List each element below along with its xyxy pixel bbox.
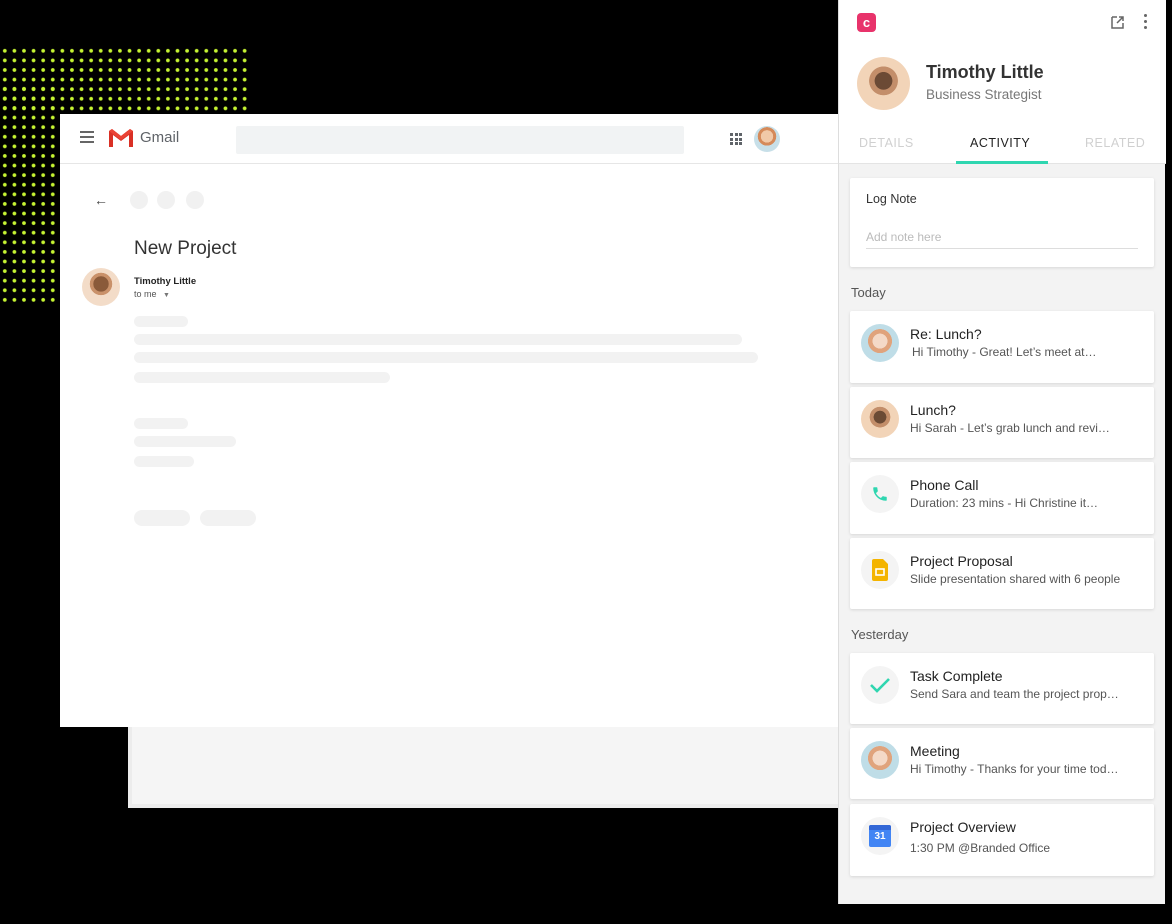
body-placeholder-line — [134, 418, 188, 429]
attachment-placeholder[interactable] — [200, 510, 256, 526]
avatar — [861, 324, 899, 362]
body-placeholder-line — [134, 372, 390, 383]
activity-item[interactable]: Meeting Hi Timothy - Thanks for your tim… — [850, 728, 1154, 799]
body-placeholder-line — [134, 316, 188, 327]
gmail-label: Gmail — [140, 129, 180, 146]
dot-pattern-left — [0, 84, 60, 306]
recipient-line[interactable]: to me ▼ — [134, 289, 170, 299]
calendar-day: 31 — [874, 831, 886, 842]
open-external-icon[interactable] — [1110, 15, 1125, 30]
activity-item[interactable]: 31 Project Overview 1:30 PM @Branded Off… — [850, 804, 1154, 876]
gmail-logo-icon — [109, 129, 133, 147]
attachment-placeholder[interactable] — [134, 510, 190, 526]
sender-avatar — [82, 268, 120, 306]
body-placeholder-line — [134, 334, 742, 345]
recipient-label: to me — [134, 289, 157, 299]
tab-details[interactable]: DETAILS — [859, 136, 914, 150]
activity-title: Project Proposal — [910, 553, 1013, 569]
avatar — [861, 741, 899, 779]
checkmark-icon — [861, 666, 899, 704]
activity-desc: 1:30 PM @Branded Office — [910, 841, 1051, 855]
active-tab-indicator — [956, 161, 1048, 164]
window-shadow-inner — [132, 726, 840, 804]
back-arrow-icon[interactable]: ← — [94, 192, 108, 208]
activity-item[interactable]: Project Proposal Slide presentation shar… — [850, 538, 1154, 609]
sender-name: Timothy Little — [134, 276, 197, 287]
note-input[interactable] — [866, 228, 1138, 249]
search-bar[interactable] — [236, 126, 684, 154]
activity-desc: Send Sara and team the project prop… — [910, 687, 1119, 701]
email-subject: New Project — [134, 238, 237, 259]
apps-grid-icon[interactable] — [730, 133, 742, 145]
gmail-window: Gmail ← New Project Timothy Little to me… — [60, 114, 842, 727]
menu-icon[interactable] — [80, 131, 94, 143]
avatar — [861, 400, 899, 438]
contact-header: c Timothy Little Business Strategist DET… — [839, 0, 1166, 164]
calendar-icon: 31 — [861, 817, 899, 855]
activity-title: Lunch? — [910, 402, 956, 418]
body-placeholder-line — [134, 436, 236, 447]
crm-logo-icon: c — [857, 13, 876, 32]
activity-item[interactable]: Re: Lunch? Hi Timothy - Great! Let’s mee… — [850, 311, 1154, 383]
activity-desc: Hi Sarah - Let’s grab lunch and revi… — [910, 421, 1110, 435]
chevron-down-icon: ▼ — [163, 292, 170, 299]
activity-item[interactable]: Task Complete Send Sara and team the pro… — [850, 653, 1154, 724]
contact-title: Business Strategist — [926, 87, 1042, 102]
slides-icon — [861, 551, 899, 589]
tab-activity[interactable]: ACTIVITY — [970, 136, 1030, 150]
activity-desc: Slide presentation shared with 6 people — [910, 572, 1121, 586]
crm-side-panel: c Timothy Little Business Strategist DET… — [838, 0, 1166, 904]
body-placeholder-line — [134, 352, 758, 363]
account-avatar[interactable] — [754, 126, 780, 152]
activity-title: Project Overview — [910, 819, 1016, 835]
log-note-card: Log Note — [850, 178, 1154, 267]
activity-title: Phone Call — [910, 477, 979, 493]
activity-desc: Hi Timothy - Thanks for your time tod… — [910, 762, 1119, 776]
contact-avatar — [857, 57, 910, 110]
more-options-icon[interactable] — [1144, 14, 1148, 32]
toolbar-placeholder-3[interactable] — [186, 191, 204, 209]
phone-icon — [861, 475, 899, 513]
body-placeholder-line — [134, 456, 194, 467]
contact-name: Timothy Little — [926, 62, 1044, 82]
activity-item[interactable]: Lunch? Hi Sarah - Let’s grab lunch and r… — [850, 387, 1154, 458]
gmail-header: Gmail — [60, 114, 842, 164]
log-note-label: Log Note — [866, 192, 917, 206]
activity-title: Meeting — [910, 743, 960, 759]
tab-related[interactable]: RELATED — [1085, 136, 1145, 150]
toolbar-placeholder-1[interactable] — [130, 191, 148, 209]
activity-title: Re: Lunch? — [910, 326, 982, 342]
section-label-today: Today — [851, 285, 886, 300]
activity-desc: Duration: 23 mins - Hi Christine it… — [910, 496, 1099, 510]
activity-item[interactable]: Phone Call Duration: 23 mins - Hi Christ… — [850, 462, 1154, 534]
toolbar-placeholder-2[interactable] — [157, 191, 175, 209]
section-label-yesterday: Yesterday — [851, 627, 909, 642]
activity-desc: Hi Timothy - Great! Let’s meet at… — [912, 345, 1097, 359]
activity-title: Task Complete — [910, 668, 1003, 684]
